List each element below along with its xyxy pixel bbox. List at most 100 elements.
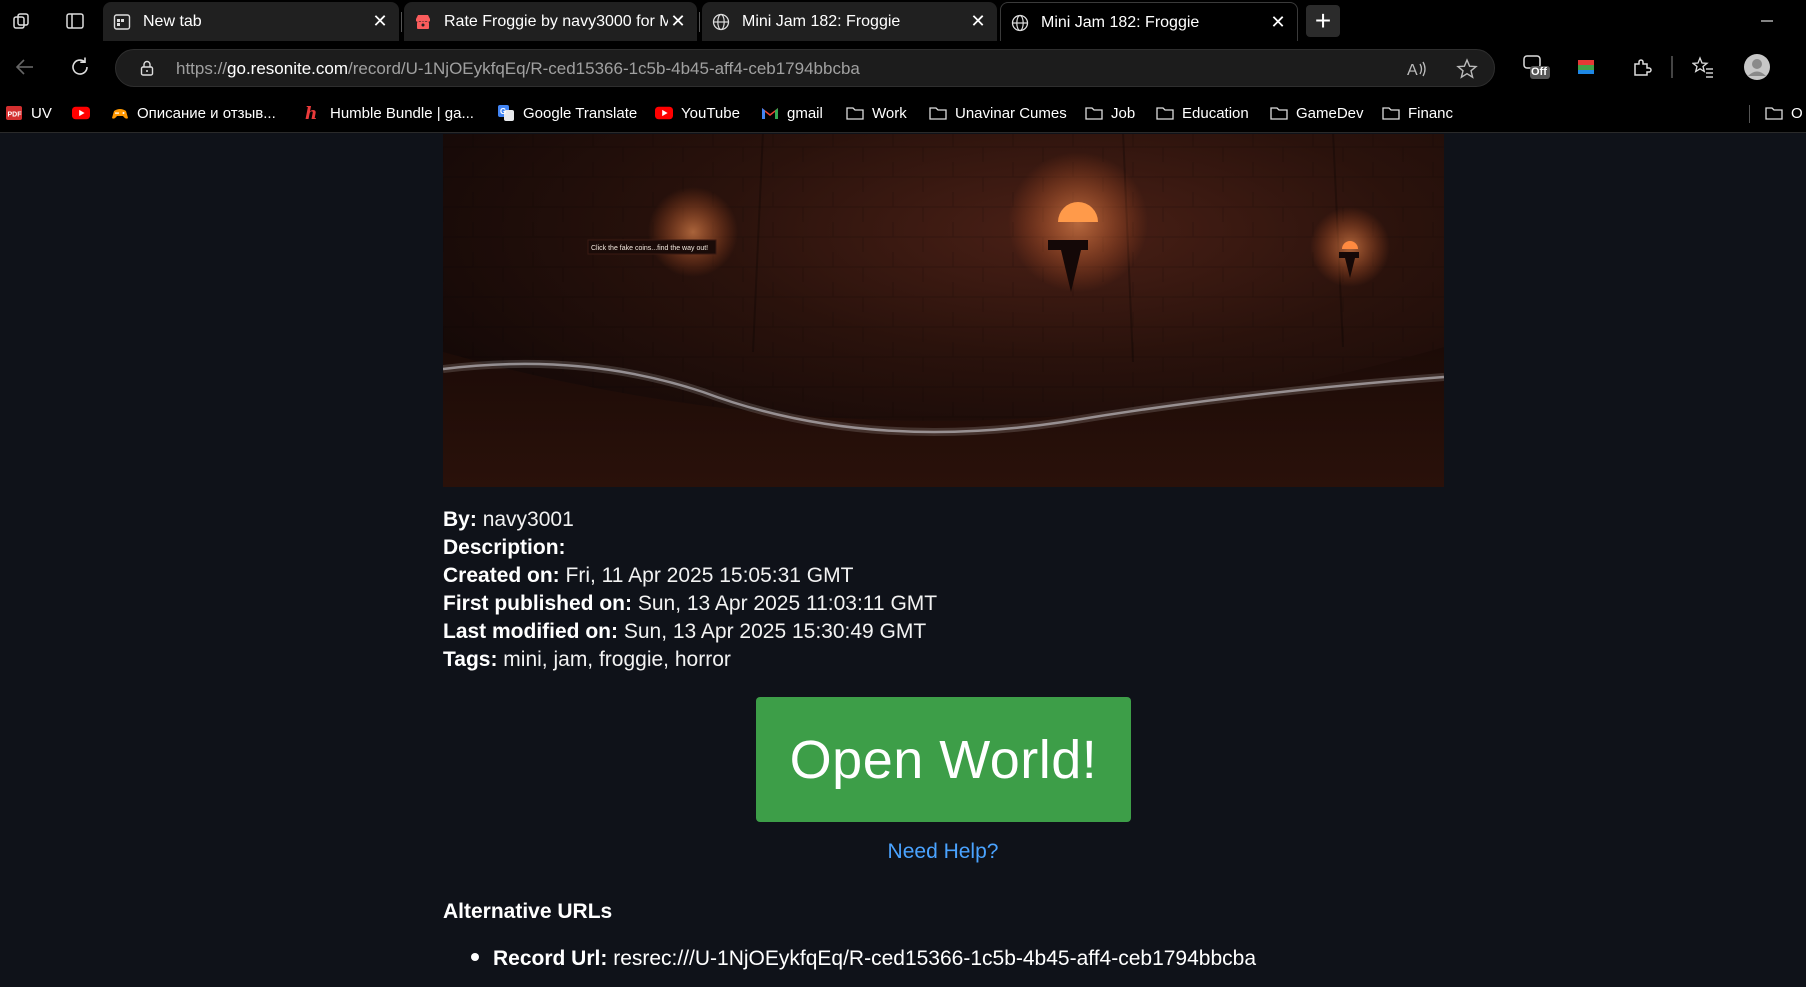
tags-value: mini, jam, froggie, horror [503,648,731,671]
refresh-icon[interactable] [66,53,94,81]
folder-icon [1085,104,1103,122]
gmail-icon [761,104,779,122]
by-row: By: navy3001 [443,506,1443,534]
bookmark-folder-job[interactable]: Job [1085,101,1135,125]
created-value: Fri, 11 Apr 2025 15:05:31 GMT [565,564,854,587]
tab-mini-jam-1[interactable]: Mini Jam 182: Froggie ✕ [702,2,997,41]
record-url-value[interactable]: resrec:///U-1NjOEykfqEq/R-ced15366-1c5b-… [613,947,1256,970]
toolbar-divider [1671,56,1673,78]
bookmark-label: Financ [1408,104,1454,122]
last-modified-value: Sun, 13 Apr 2025 15:30:49 GMT [623,620,927,643]
bookmark-label: O [1791,104,1803,122]
first-published-value: Sun, 13 Apr 2025 11:03:11 GMT [637,592,938,615]
bookmark-folder-work[interactable]: Work [846,101,907,125]
youtube-icon [72,104,90,122]
first-published-label: First published on: [443,592,632,615]
extension-badge: Off [1531,66,1547,78]
url-text[interactable]: https://go.resonite.com/record/U-1NjOEyk… [176,59,860,79]
by-value: navy3001 [482,508,574,531]
bookmark-label: Google Translate [523,104,638,122]
tab-separator [699,12,700,32]
bookmark-label: Job [1111,104,1136,122]
created-label: Created on: [443,564,560,587]
youtube-icon [655,104,673,122]
tab-new-tab[interactable]: New tab ✕ [103,2,399,41]
globe-icon [1011,14,1029,32]
close-icon[interactable]: ✕ [370,11,390,31]
folder-icon [1382,104,1400,122]
bookmark-folder-education[interactable]: Education [1156,101,1249,125]
browser-toolbar: https://go.resonite.com/record/U-1NjOEyk… [0,41,1806,93]
bookmark-label: Education [1182,104,1249,122]
pdf-icon: PDF [5,104,23,122]
page-content: Click the fake coins...find the way out!… [0,134,1806,987]
gamepad-icon [111,104,129,122]
need-help-link[interactable]: Need Help? [743,840,1143,864]
description-label: Description: [443,536,566,559]
color-extension-icon[interactable] [1572,53,1600,81]
humble-icon: h [304,104,322,122]
tab-title: Mini Jam 182: Froggie [1041,14,1200,31]
extension-off-icon[interactable]: Off [1519,53,1551,81]
tab-separator [401,12,402,32]
bookmark-uv[interactable]: PDF UV [5,101,52,125]
bookmark-label: UV [31,104,52,122]
url-scheme: https:// [176,59,228,78]
alternative-urls-list: Record Url: resrec:///U-1NjOEykfqEq/R-ce… [471,947,1256,971]
bookmark-google-translate[interactable]: G Google Translate [497,101,637,125]
description-row: Description: [443,534,1443,562]
workspaces-icon[interactable] [7,6,37,36]
read-aloud-icon[interactable]: A [1406,58,1428,80]
tab-rate-froggie[interactable]: Rate Froggie by navy3000 for Mini ✕ [404,2,697,41]
tags-label: Tags: [443,648,498,671]
bookmark-folder-gamedev[interactable]: GameDev [1270,101,1364,125]
folder-icon [929,104,947,122]
bookmark-folder-overflow[interactable]: O [1765,101,1803,125]
created-row: Created on: Fri, 11 Apr 2025 15:05:31 GM… [443,562,1443,590]
favorite-star-icon[interactable] [1456,58,1478,80]
svg-text:PDF: PDF [8,112,23,119]
bookmark-label: Humble Bundle | ga... [330,104,474,122]
bookmark-label: Описание и отзыв... [137,104,276,122]
bookmark-opisanie[interactable]: Описание и отзыв... [111,101,276,125]
close-icon[interactable]: ✕ [1268,12,1288,32]
translate-icon: G [497,104,515,122]
minimize-icon[interactable] [1752,6,1782,36]
lock-icon[interactable] [138,59,156,77]
tab-mini-jam-2-active[interactable]: Mini Jam 182: Froggie ✕ [1000,2,1298,41]
bookmark-label: GameDev [1296,104,1364,122]
back-arrow-icon[interactable] [11,53,39,81]
tab-title: Mini Jam 182: Froggie [742,13,901,30]
record-url-label: Record Url: [493,947,608,970]
folder-icon [1156,104,1174,122]
bookmark-youtube[interactable]: YouTube [655,101,740,125]
world-thumbnail: Click the fake coins...find the way out! [443,134,1444,487]
vertical-tabs-icon[interactable] [60,6,90,36]
svg-text:h: h [305,104,317,122]
profile-avatar-icon[interactable] [1743,53,1771,81]
svg-text:A: A [1407,62,1418,79]
new-tab-button[interactable]: + [1306,5,1340,37]
bullet-icon [471,953,479,962]
extensions-puzzle-icon[interactable] [1628,53,1656,81]
tags-row: Tags: mini, jam, froggie, horror [443,646,1443,674]
open-world-button[interactable]: Open World! [756,697,1131,822]
url-path: /record/U-1NjOEykfqEq/R-ced15366-1c5b-4b… [347,59,860,78]
close-icon[interactable]: ✕ [968,11,988,31]
bookmark-folder-unavinar[interactable]: Unavinar Cumes [929,101,1067,125]
first-published-row: First published on: Sun, 13 Apr 2025 11:… [443,590,1443,618]
favorites-icon[interactable] [1689,53,1717,81]
close-icon[interactable]: ✕ [668,11,688,31]
address-bar[interactable]: https://go.resonite.com/record/U-1NjOEyk… [115,49,1495,87]
svg-text:G: G [500,107,506,116]
tab-title: Rate Froggie by navy3000 for Mini [444,13,668,30]
bookmark-youtube-icon-only[interactable] [72,101,98,125]
globe-icon [712,13,730,31]
bookmark-gmail[interactable]: gmail [761,101,823,125]
bookmark-humble[interactable]: h Humble Bundle | ga... [304,101,474,125]
alternative-urls-heading: Alternative URLs [443,900,613,923]
bookmarks-divider [1749,105,1750,123]
folder-icon [846,104,864,122]
list-item: Record Url: resrec:///U-1NjOEykfqEq/R-ce… [471,947,1256,971]
bookmark-folder-financ[interactable]: Financ [1382,101,1453,125]
